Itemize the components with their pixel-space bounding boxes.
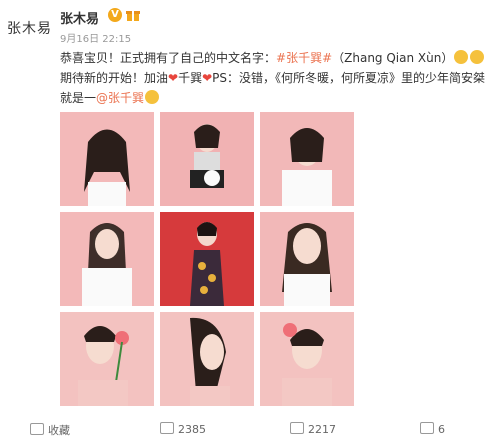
photo-thumbnail[interactable] — [160, 112, 254, 206]
photo-grid — [60, 112, 354, 432]
content-text: 千巽 — [178, 71, 203, 85]
photo-thumbnail[interactable] — [160, 312, 254, 406]
repost-count: 2385 — [178, 423, 206, 436]
emoji-icon — [470, 50, 485, 64]
content-text: （Zhang Qian Xùn） — [332, 51, 454, 65]
bookmark-icon — [30, 423, 44, 435]
verified-badge-icon: V — [108, 8, 122, 22]
comment-count: 2217 — [308, 423, 336, 436]
thumbs-up-icon — [420, 422, 434, 434]
sidebar-avatar-name[interactable]: 张木易 — [7, 18, 52, 38]
like-button[interactable]: 6 — [420, 422, 445, 436]
photo-thumbnail[interactable] — [260, 112, 354, 206]
comment-button[interactable]: 2217 — [290, 422, 336, 436]
post-actions: 收藏 2385 2217 6 — [0, 420, 500, 437]
post-author[interactable]: 张木易 — [60, 8, 99, 27]
repost-button[interactable]: 2385 — [160, 422, 206, 436]
repost-icon — [160, 422, 174, 434]
photo-thumbnail[interactable] — [160, 212, 254, 306]
mention-link[interactable]: @张千巽 — [96, 91, 144, 105]
photo-thumbnail[interactable] — [260, 212, 354, 306]
weibo-post: 张木易 V 9月16日 22:15 恭喜宝贝！正式拥有了自己的中文名字：#张千巽… — [56, 0, 500, 436]
post-timestamp[interactable]: 9月16日 22:15 — [60, 30, 131, 45]
photo-thumbnail[interactable] — [60, 312, 154, 406]
heart-icon: ❤ — [168, 71, 179, 85]
gift-icon — [126, 11, 140, 21]
photo-thumbnail[interactable] — [60, 112, 154, 206]
comment-icon — [290, 422, 304, 434]
hashtag-link[interactable]: #张千巽# — [276, 51, 332, 65]
photo-thumbnail[interactable] — [260, 312, 354, 406]
collect-label: 收藏 — [48, 424, 70, 437]
post-content: 恭喜宝贝！正式拥有了自己的中文名字：#张千巽#（Zhang Qian Xùn） 期… — [60, 48, 496, 108]
content-text: 恭喜宝贝！正式拥有了自己的中文名字： — [60, 51, 277, 65]
emoji-icon — [454, 50, 469, 64]
like-count: 6 — [438, 423, 445, 436]
content-text: 期待新的开始！加油 — [60, 71, 169, 85]
photo-thumbnail[interactable] — [60, 212, 154, 306]
heart-icon: ❤ — [202, 71, 213, 85]
emoji-icon — [145, 90, 160, 104]
